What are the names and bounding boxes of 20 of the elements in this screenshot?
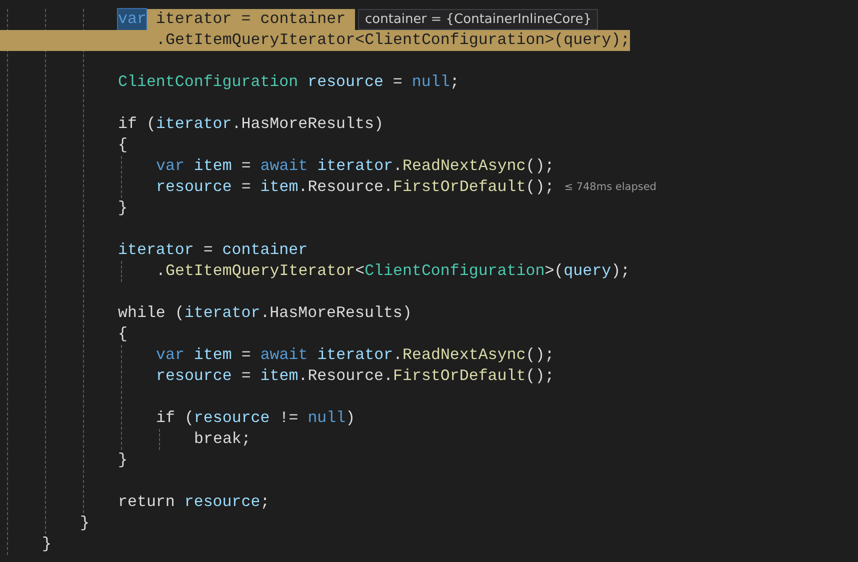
code-line: break;: [194, 429, 251, 450]
code-line: {: [118, 324, 128, 345]
code-line: var item = await iterator.ReadNextAsync();: [156, 345, 554, 366]
elapsed-time-tip: ≤ 748ms elapsed: [564, 180, 656, 195]
code-line: while (iterator.HasMoreResults): [118, 303, 412, 324]
code-line: }: [80, 513, 90, 534]
code-line: if (iterator.HasMoreResults): [118, 114, 384, 135]
code-line: resource = item.Resource.FirstOrDefault();: [156, 177, 554, 198]
data-tip[interactable]: container = {ContainerInlineCore}: [358, 9, 598, 30]
code-line: ClientConfiguration resource = null;: [118, 72, 460, 93]
code-line: }: [118, 198, 128, 219]
code-line: }: [118, 450, 128, 471]
code-line: if (resource != null): [156, 408, 356, 429]
code-line: }: [42, 534, 52, 555]
code-line: iterator = container: [118, 240, 308, 261]
code-line: {: [118, 135, 128, 156]
code-line: var item = await iterator.ReadNextAsync();: [156, 156, 554, 177]
code-line: .GetItemQueryIterator<ClientConfiguration>(query);: [156, 261, 630, 282]
code-line: resource = item.Resource.FirstOrDefault();: [156, 366, 554, 387]
code-line: return resource;: [118, 492, 270, 513]
